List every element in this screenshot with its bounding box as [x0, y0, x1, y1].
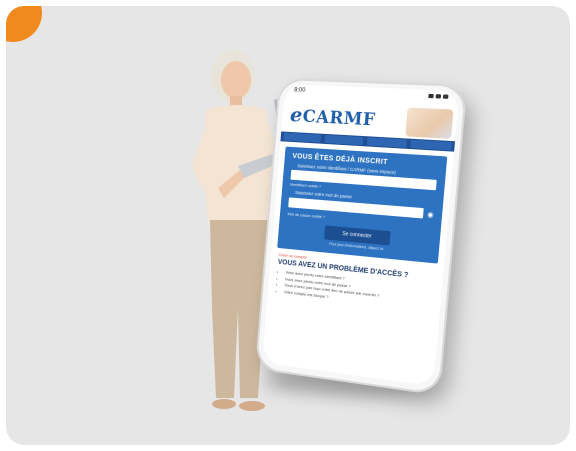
orange-corner-badge: [6, 6, 42, 42]
login-form: VOUS ÊTES DÉJÀ INSCRIT Saisissez votre i…: [277, 146, 448, 264]
signal-battery-icon: [428, 93, 449, 99]
phone-mockup: 8:00 eCARMF VOUS ÊTES DÉJÀ INSCRIT Saisi…: [254, 77, 468, 396]
status-time: 8:00: [293, 87, 306, 94]
carmf-logo[interactable]: eCARMF: [289, 102, 376, 130]
phone-screen: 8:00 eCARMF VOUS ÊTES DÉJÀ INSCRIT Saisi…: [261, 84, 460, 387]
show-password-eye-icon[interactable]: ◉: [427, 210, 434, 219]
promo-card: 8:00 eCARMF VOUS ÊTES DÉJÀ INSCRIT Saisi…: [6, 6, 570, 445]
header-photo: [405, 107, 454, 139]
logo-name: CARMF: [301, 106, 377, 131]
